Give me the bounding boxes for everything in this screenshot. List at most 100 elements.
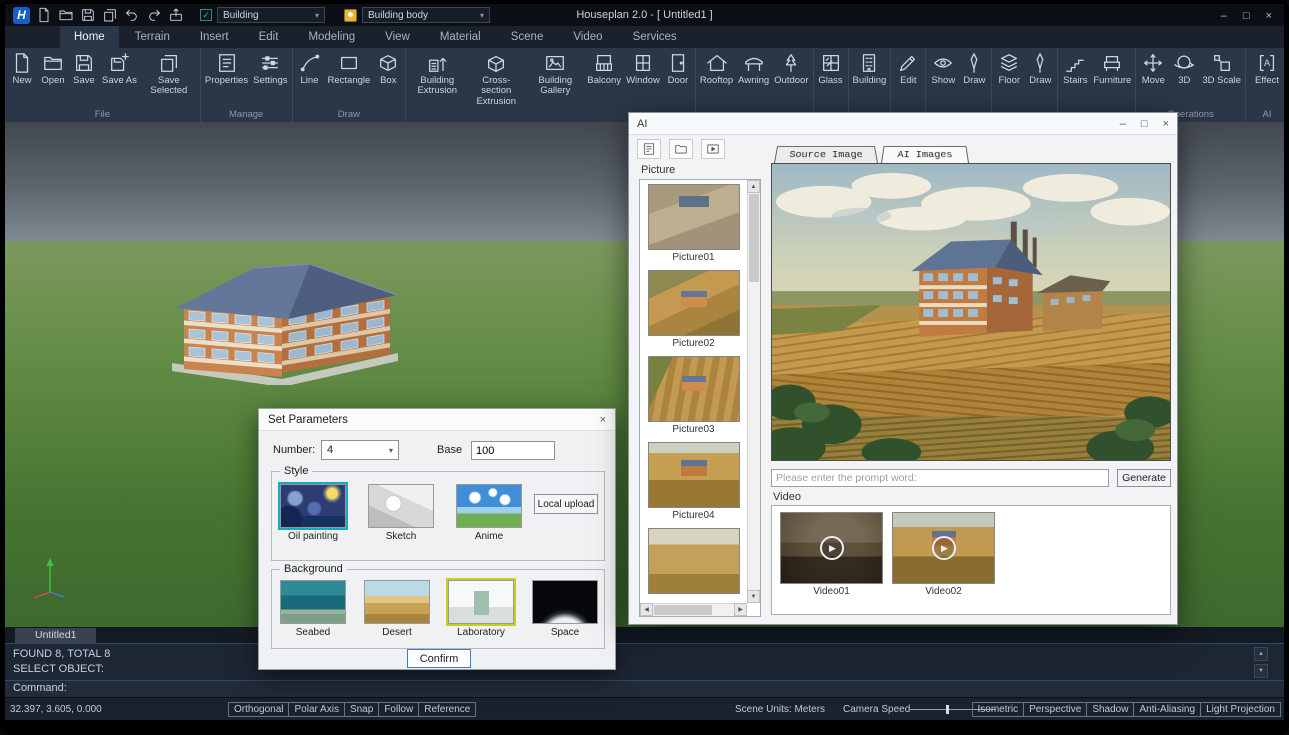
scroll-up-button[interactable]: ▲: [1254, 647, 1268, 661]
status-toggle-anti-aliasing[interactable]: Anti-Aliasing: [1133, 702, 1201, 717]
tab-modeling[interactable]: Modeling: [294, 26, 369, 48]
document-tab-untitled1[interactable]: Untitled1: [15, 628, 96, 643]
picture-list-item[interactable]: [640, 524, 747, 603]
prompt-input[interactable]: [771, 469, 1109, 487]
horizontal-scrollbar[interactable]: ◀ ▶: [640, 603, 747, 616]
ribbon-save[interactable]: Save: [69, 51, 99, 87]
style-thumbnail[interactable]: [368, 484, 434, 528]
building-3d-model[interactable]: [170, 257, 400, 385]
tab-insert[interactable]: Insert: [186, 26, 243, 48]
ribbon-rectangle[interactable]: Rectangle: [326, 51, 373, 87]
ribbon-door[interactable]: Door: [663, 51, 693, 87]
video-thumbnail[interactable]: ▶: [780, 512, 883, 584]
style-option-anime[interactable]: Anime: [454, 484, 524, 542]
picture-list-item[interactable]: Picture01: [640, 180, 747, 266]
picture-thumbnail[interactable]: [648, 356, 740, 422]
ribbon-floor[interactable]: Floor: [994, 51, 1024, 87]
ribbon-effect[interactable]: AEffect: [1252, 51, 1282, 87]
tab-scene[interactable]: Scene: [497, 26, 558, 48]
ribbon-furniture[interactable]: Furniture: [1091, 51, 1133, 87]
tab-view[interactable]: View: [371, 26, 424, 48]
open-folder-icon[interactable]: [57, 7, 75, 23]
maximize-button[interactable]: □: [1141, 118, 1148, 130]
picture-list-item[interactable]: Picture03: [640, 352, 747, 438]
ribbon-settings[interactable]: Settings: [251, 51, 289, 87]
minimize-button[interactable]: –: [1120, 118, 1126, 130]
tab-terrain[interactable]: Terrain: [121, 26, 184, 48]
titlebar[interactable]: H ✓ Building ▾ Building body ▾ Houseplan…: [5, 4, 1284, 26]
background-option-seabed[interactable]: Seabed: [278, 580, 348, 638]
ribbon-building[interactable]: Building: [851, 51, 889, 87]
scroll-right-button[interactable]: ▶: [734, 603, 747, 616]
scroll-left-button[interactable]: ◀: [640, 603, 653, 616]
camera-speed-thumb[interactable]: [946, 705, 949, 714]
number-select[interactable]: 4 ▾: [321, 440, 399, 460]
background-option-space[interactable]: Space: [530, 580, 600, 638]
base-input[interactable]: [471, 441, 555, 460]
background-thumbnail[interactable]: [532, 580, 598, 624]
status-toggle-orthogonal[interactable]: Orthogonal: [228, 702, 289, 717]
ribbon-building-gallery[interactable]: Building Gallery: [526, 51, 584, 98]
export-icon[interactable]: [167, 7, 185, 23]
ribbon-move[interactable]: Move: [1138, 51, 1168, 87]
undo-icon[interactable]: [123, 7, 141, 23]
building-visibility-checkbox[interactable]: ✓: [200, 9, 212, 21]
ribbon-window[interactable]: Window: [624, 51, 662, 87]
ribbon-properties[interactable]: Properties: [203, 51, 250, 87]
building-body-select[interactable]: Building body ▾: [362, 7, 490, 23]
picture-thumbnail[interactable]: [648, 442, 740, 508]
confirm-button[interactable]: Confirm: [407, 649, 471, 668]
ribbon-draw[interactable]: Draw: [1025, 51, 1055, 87]
picture-list[interactable]: Picture01Picture02Picture03Picture04 ▲ ▼…: [639, 179, 761, 617]
picture-list-item[interactable]: Picture04: [640, 438, 747, 524]
command-input-row[interactable]: Command:: [5, 680, 1284, 697]
status-toggle-reference[interactable]: Reference: [418, 702, 476, 717]
ribbon-balcony[interactable]: Balcony: [585, 51, 623, 87]
tab-ai-images[interactable]: AI Images: [881, 146, 969, 163]
status-toggle-snap[interactable]: Snap: [344, 702, 379, 717]
ribbon-new[interactable]: New: [7, 51, 37, 87]
ribbon-save-as[interactable]: Save As: [100, 51, 139, 87]
save-icon[interactable]: [79, 7, 97, 23]
vertical-scrollbar[interactable]: ▲ ▼: [747, 180, 760, 603]
style-thumbnail[interactable]: [280, 484, 346, 528]
close-button[interactable]: ×: [600, 414, 606, 426]
new-file-icon[interactable]: [35, 7, 53, 23]
notes-button[interactable]: [637, 139, 661, 159]
ribbon-save-selected[interactable]: Save Selected: [140, 51, 198, 98]
tab-material[interactable]: Material: [426, 26, 495, 48]
media-button[interactable]: [701, 139, 725, 159]
folder-button[interactable]: [669, 139, 693, 159]
ribbon-edit[interactable]: Edit: [893, 51, 923, 87]
scroll-up-button[interactable]: ▲: [747, 180, 760, 193]
set-parameters-titlebar[interactable]: Set Parameters ×: [259, 409, 615, 431]
video-list-item[interactable]: ▶Video01: [780, 512, 883, 600]
status-toggle-polar-axis[interactable]: Polar Axis: [288, 702, 344, 717]
ribbon-rooftop[interactable]: Rooftop: [698, 51, 735, 87]
tab-home[interactable]: Home: [60, 26, 119, 48]
scroll-down-button[interactable]: ▼: [747, 590, 760, 603]
style-option-sketch[interactable]: Sketch: [366, 484, 436, 542]
status-toggle-perspective[interactable]: Perspective: [1023, 702, 1087, 717]
background-option-laboratory[interactable]: Laboratory: [446, 580, 516, 638]
style-option-oil-painting[interactable]: Oil painting: [278, 484, 348, 542]
scroll-down-button[interactable]: ▼: [1254, 664, 1268, 678]
video-thumbnail[interactable]: ▶: [892, 512, 995, 584]
picture-list-item[interactable]: Picture02: [640, 266, 747, 352]
scrollbar-thumb[interactable]: [654, 605, 712, 615]
ribbon-3d-scale[interactable]: 3D Scale: [1200, 51, 1243, 87]
close-button[interactable]: ×: [1163, 118, 1169, 130]
ribbon-draw[interactable]: Draw: [959, 51, 989, 87]
picture-thumbnail[interactable]: [648, 184, 740, 250]
building-layer-select[interactable]: Building ▾: [217, 7, 325, 23]
minimize-button[interactable]: –: [1221, 6, 1227, 24]
ribbon-box[interactable]: Box: [373, 51, 403, 87]
background-thumbnail[interactable]: [280, 580, 346, 624]
tab-source-image[interactable]: Source Image: [774, 146, 878, 163]
local-upload-button[interactable]: Local upload: [534, 494, 598, 514]
status-toggle-shadow[interactable]: Shadow: [1086, 702, 1134, 717]
ribbon-glass[interactable]: Glass: [816, 51, 846, 87]
ribbon-stairs[interactable]: Stairs: [1060, 51, 1090, 87]
generate-button[interactable]: Generate: [1117, 469, 1171, 487]
tab-edit[interactable]: Edit: [245, 26, 293, 48]
